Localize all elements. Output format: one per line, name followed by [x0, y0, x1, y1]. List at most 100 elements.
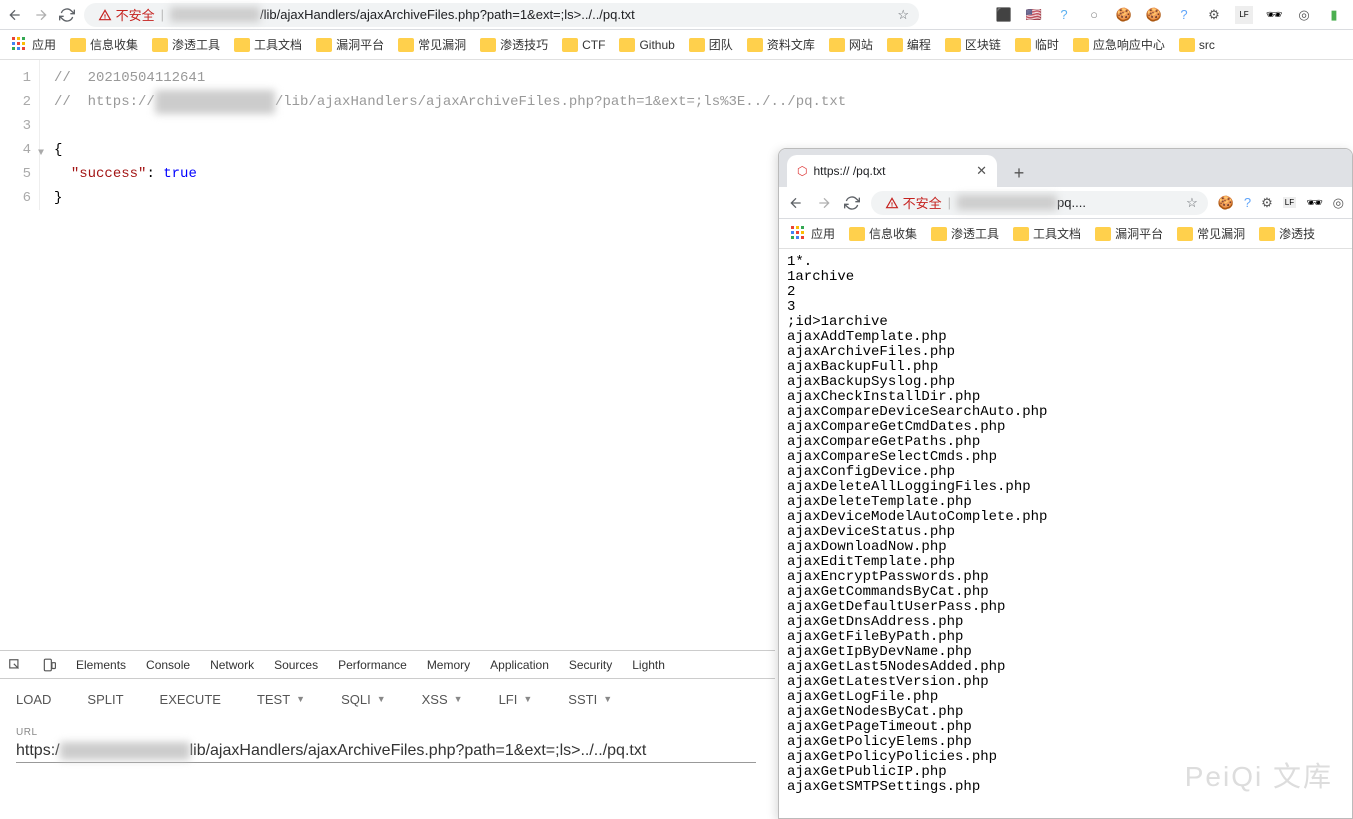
ext-icon[interactable]: 🇺🇸: [1025, 6, 1043, 24]
browser-toolbar: 不安全 | xxxxx pq.... ☆ 🍪 ? ⚙ LF 🕶 ◎: [779, 187, 1352, 219]
bookmark-folder[interactable]: 信息收集: [70, 36, 138, 53]
devtools-tab[interactable]: Sources: [274, 658, 318, 672]
bookmark-folder[interactable]: 临时: [1015, 36, 1059, 53]
bookmark-folder[interactable]: 漏洞平台: [1095, 225, 1163, 242]
load-action[interactable]: LOAD: [16, 692, 51, 707]
xss-action[interactable]: XSS▼: [422, 692, 463, 707]
bookmark-folder[interactable]: 渗透工具: [931, 225, 999, 242]
sqli-action[interactable]: SQLI▼: [341, 692, 386, 707]
redacted-host: xxxxx: [170, 7, 260, 22]
ext-icon[interactable]: ◎: [1295, 6, 1313, 24]
devtools-tab[interactable]: Security: [569, 658, 612, 672]
star-icon[interactable]: ☆: [897, 7, 909, 23]
forward-button[interactable]: [32, 6, 50, 24]
bookmark-folder[interactable]: 区块链: [945, 36, 1001, 53]
bookmark-folder[interactable]: 常见漏洞: [1177, 225, 1245, 242]
device-icon[interactable]: [42, 658, 56, 672]
bookmark-folder[interactable]: 网站: [829, 36, 873, 53]
reload-button[interactable]: [843, 194, 861, 212]
code-line: [54, 114, 846, 138]
bookmark-folder[interactable]: 常见漏洞: [398, 36, 466, 53]
devtools-tabs: Elements Console Network Sources Perform…: [0, 651, 775, 679]
secondary-browser-window[interactable]: ⬡ https:// /pq.txt ✕ + 不安全 | xxxxx pq...…: [778, 148, 1353, 819]
execute-action[interactable]: EXECUTE: [160, 692, 221, 707]
ext-icon[interactable]: 🕶: [1265, 6, 1283, 24]
bookmark-folder[interactable]: 编程: [887, 36, 931, 53]
ext-icon[interactable]: ⚙: [1261, 195, 1273, 211]
tab-favicon: ⬡: [797, 164, 807, 178]
bookmark-folder[interactable]: 应急响应中心: [1073, 36, 1165, 53]
insecure-warning: 不安全: [98, 5, 155, 24]
ext-icon[interactable]: ◎: [1333, 195, 1344, 211]
cookie-icon[interactable]: 🍪: [1145, 6, 1163, 24]
watermark: PeiQi 文库: [1185, 755, 1333, 795]
tab-title: https:// /pq.txt: [813, 164, 885, 178]
ext-icon[interactable]: ⬛: [995, 6, 1013, 24]
inspect-icon[interactable]: [8, 658, 22, 672]
bookmarks-bar: 应用 信息收集 渗透工具 工具文档 漏洞平台 常见漏洞 渗透技: [779, 219, 1352, 249]
apps-shortcut[interactable]: 应用: [12, 36, 56, 53]
reload-button[interactable]: [58, 6, 76, 24]
text-file-content[interactable]: 1*. 1archive 2 3 ;id>1archive ajaxAddTem…: [779, 249, 1352, 801]
insecure-warning: 不安全: [885, 193, 942, 212]
browser-tab[interactable]: ⬡ https:// /pq.txt ✕: [787, 155, 997, 187]
browser-toolbar: 不安全 | xxxxx /lib/ajaxHandlers/ajaxArchiv…: [0, 0, 1353, 30]
bookmark-folder[interactable]: src: [1179, 38, 1215, 52]
bookmarks-bar: 应用 信息收集 渗透工具 工具文档 漏洞平台 常见漏洞 渗透技巧 CTF Git…: [0, 30, 1353, 60]
forward-button[interactable]: [815, 194, 833, 212]
close-tab-icon[interactable]: ✕: [976, 163, 987, 179]
devtools-tab[interactable]: Network: [210, 658, 254, 672]
bookmark-folder[interactable]: 资料文库: [747, 36, 815, 53]
lfi-action[interactable]: LFI▼: [499, 692, 533, 707]
ext-icon[interactable]: ▮: [1325, 6, 1343, 24]
devtools-tab[interactable]: Console: [146, 658, 190, 672]
code-line: "success": true: [54, 162, 846, 186]
code-content[interactable]: // 20210504112641 // https://xxxxxxxxx/l…: [40, 60, 846, 210]
code-line: }: [54, 186, 846, 210]
test-action[interactable]: TEST▼: [257, 692, 305, 707]
url-label: URL: [16, 727, 759, 738]
code-line: {: [54, 138, 846, 162]
url-panel: URL https:/xxxxxlib/ajaxHandlers/ajaxArc…: [0, 719, 775, 771]
bookmark-folder[interactable]: 渗透工具: [152, 36, 220, 53]
cookie-icon[interactable]: 🍪: [1115, 6, 1133, 24]
url-input[interactable]: https:/xxxxxlib/ajaxHandlers/ajaxArchive…: [16, 742, 756, 763]
ext-icon[interactable]: ⚙: [1205, 6, 1223, 24]
ext-icon[interactable]: 🕶: [1306, 195, 1323, 211]
ext-icon[interactable]: ○: [1085, 6, 1103, 24]
devtools-tab[interactable]: Elements: [76, 658, 126, 672]
ext-icon[interactable]: LF: [1283, 197, 1296, 208]
address-bar[interactable]: 不安全 | xxxxx pq.... ☆: [871, 191, 1208, 215]
bookmark-folder[interactable]: 渗透技巧: [480, 36, 548, 53]
bookmark-folder[interactable]: 漏洞平台: [316, 36, 384, 53]
new-tab-button[interactable]: +: [1005, 159, 1033, 187]
line-gutter: 123 456: [0, 60, 40, 210]
bookmark-folder[interactable]: Github: [619, 38, 674, 52]
apps-shortcut[interactable]: 应用: [791, 225, 835, 242]
address-bar[interactable]: 不安全 | xxxxx /lib/ajaxHandlers/ajaxArchiv…: [84, 3, 919, 27]
ext-icon[interactable]: ?: [1244, 195, 1251, 210]
ssti-action[interactable]: SSTI▼: [568, 692, 612, 707]
star-icon[interactable]: ☆: [1186, 195, 1198, 211]
ext-icon[interactable]: ?: [1175, 6, 1193, 24]
url-path: /lib/ajaxHandlers/ajaxArchiveFiles.php?p…: [260, 7, 635, 22]
cookie-icon[interactable]: 🍪: [1218, 195, 1234, 211]
back-button[interactable]: [6, 6, 24, 24]
fold-toggle[interactable]: ▼: [38, 148, 44, 159]
bookmark-folder[interactable]: 工具文档: [234, 36, 302, 53]
bookmark-folder[interactable]: 信息收集: [849, 225, 917, 242]
ext-icon[interactable]: LF: [1235, 6, 1253, 24]
bookmark-folder[interactable]: 渗透技: [1259, 225, 1315, 242]
devtools-tab[interactable]: Performance: [338, 658, 407, 672]
ext-icon[interactable]: ?: [1055, 6, 1073, 24]
devtools-tab[interactable]: Memory: [427, 658, 470, 672]
bookmark-folder[interactable]: 工具文档: [1013, 225, 1081, 242]
devtools-panel: Elements Console Network Sources Perform…: [0, 650, 775, 771]
devtools-tab[interactable]: Application: [490, 658, 549, 672]
bookmark-folder[interactable]: 团队: [689, 36, 733, 53]
split-action[interactable]: SPLIT: [87, 692, 123, 707]
bookmark-folder[interactable]: CTF: [562, 38, 605, 52]
code-line: // 20210504112641: [54, 66, 846, 90]
back-button[interactable]: [787, 194, 805, 212]
devtools-tab[interactable]: Lighth: [632, 658, 665, 672]
